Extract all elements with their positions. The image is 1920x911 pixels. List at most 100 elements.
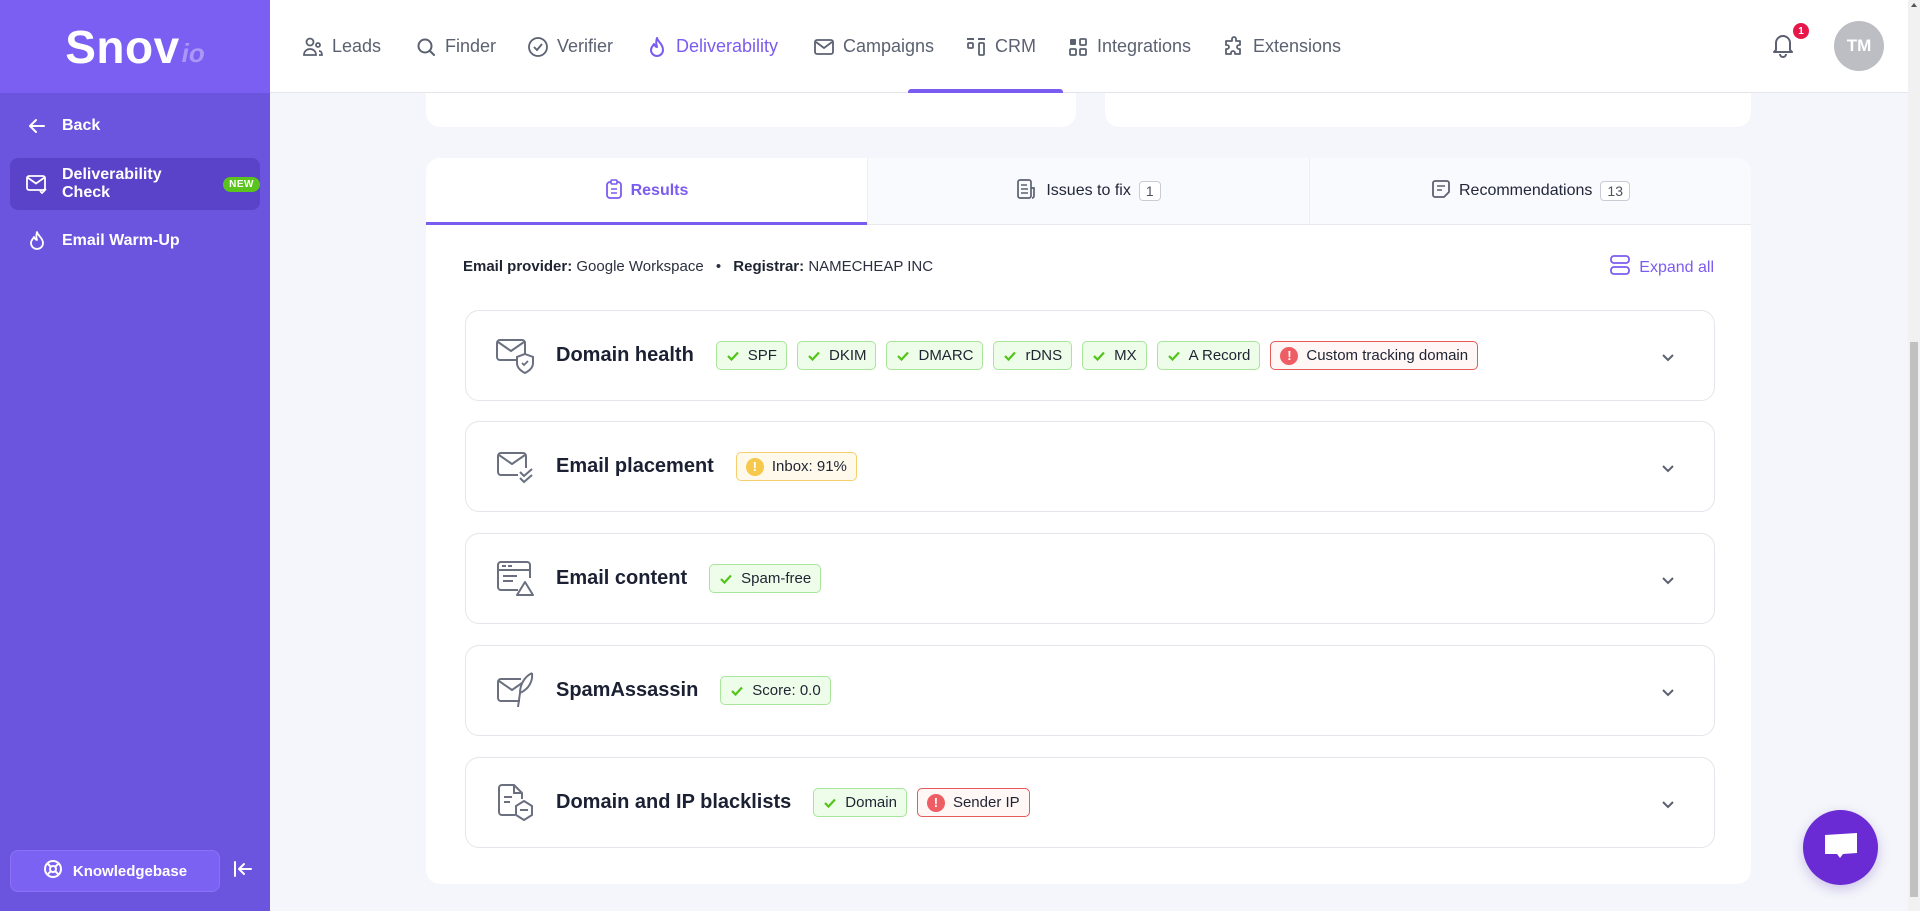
expand-all-label: Expand all <box>1639 258 1714 276</box>
pill-label: Score: 0.0 <box>752 682 821 699</box>
status-pill-score: Score: 0.0 <box>720 676 831 705</box>
nav-crm[interactable]: CRM <box>965 0 1036 93</box>
check-icon <box>731 686 744 696</box>
nav-integrations[interactable]: Integrations <box>1067 0 1191 93</box>
check-icon <box>897 351 910 361</box>
notifications-button[interactable] <box>1771 32 1795 58</box>
nav-extensions[interactable]: Extensions <box>1223 0 1341 93</box>
expand-all-button[interactable]: Expand all <box>1609 255 1714 280</box>
pill-label: Sender IP <box>952 794 1020 811</box>
pill-label: SPF <box>747 347 777 364</box>
status-pill-sender-ip: ! Sender IP <box>916 788 1030 817</box>
chevron-down-icon[interactable] <box>1660 796 1676 812</box>
pill-label: MX <box>1114 347 1137 364</box>
section-spamassassin[interactable]: SpamAssassin Score: 0.0 <box>465 645 1715 736</box>
mail-check-icon <box>26 173 48 195</box>
nav-verifier[interactable]: Verifier <box>527 0 613 93</box>
users-icon <box>302 36 324 58</box>
nav-label: Verifier <box>557 36 614 56</box>
tab-label: Results <box>630 182 689 199</box>
status-pill-inbox: ! Inbox: 91% <box>735 452 857 481</box>
search-icon <box>415 36 437 58</box>
collapse-left-icon <box>233 860 253 883</box>
lifebuoy-icon <box>43 859 63 883</box>
pill-label: A Record <box>1188 347 1251 364</box>
section-domain-ip-blacklists[interactable]: Domain and IP blacklists Domain ! Sender … <box>465 757 1715 848</box>
document-block-icon <box>494 781 538 825</box>
check-icon <box>1004 351 1017 361</box>
check-icon <box>727 351 739 361</box>
check-icon <box>824 798 837 808</box>
check-icon <box>808 351 820 361</box>
sidebar-item-email-warm-up[interactable]: Email Warm-Up <box>10 215 260 267</box>
page-scrollbar[interactable] <box>1908 0 1920 911</box>
logo-suffix: io <box>181 38 205 68</box>
chevron-down-icon[interactable] <box>1660 349 1676 365</box>
new-badge: NEW <box>223 176 260 192</box>
nav-label: Campaigns <box>843 36 935 56</box>
sidebar: Snov io Back Deliverability Check NEW Em… <box>0 0 270 911</box>
knowledgebase-button[interactable]: Knowledgebase <box>10 850 220 892</box>
sidebar-item-deliverability-check[interactable]: Deliverability Check NEW <box>10 158 260 210</box>
pill-label: Domain <box>845 794 897 811</box>
registrar-label: Registrar: <box>733 258 805 275</box>
puzzle-icon <box>1223 35 1245 58</box>
nav-deliverability[interactable]: Deliverability <box>646 0 778 93</box>
status-pill-dkim: DKIM <box>796 341 877 370</box>
separator: • <box>715 258 722 275</box>
section-title: Email content <box>556 567 688 589</box>
collapse-sidebar-button[interactable] <box>232 860 254 882</box>
tab-results[interactable]: Results <box>426 158 867 225</box>
arrow-left-icon <box>26 115 48 137</box>
section-title: Domain health <box>556 344 694 366</box>
pill-label: Custom tracking domain <box>1306 347 1469 364</box>
chevron-down-icon[interactable] <box>1660 460 1676 476</box>
pill-label: DMARC <box>918 347 974 364</box>
tab-issues-to-fix[interactable]: Issues to fix 1 <box>867 158 1309 224</box>
pill-label: rDNS <box>1025 347 1063 364</box>
domain-info: Email provider: Google Workspace • Regis… <box>463 258 933 275</box>
status-pill-a-record: A Record <box>1156 341 1261 370</box>
status-pill-dmarc: DMARC <box>886 341 984 370</box>
nav-label: CRM <box>995 36 1036 56</box>
chat-support-button[interactable] <box>1803 810 1878 885</box>
status-pill-domain: Domain <box>813 788 907 817</box>
nav-leads[interactable]: Leads <box>302 0 381 93</box>
summary-card-right <box>1105 93 1751 127</box>
pill-label: Inbox: 91% <box>771 458 847 475</box>
check-icon <box>1093 351 1105 361</box>
status-pill-rdns: rDNS <box>993 341 1073 370</box>
status-pill-spam-free: Spam-free <box>709 564 822 593</box>
nav-label: Leads <box>332 36 382 56</box>
mail-double-check-icon <box>494 445 538 489</box>
scroll-thumb[interactable] <box>1910 342 1918 897</box>
chevron-down-icon[interactable] <box>1660 572 1676 588</box>
warning-icon: ! <box>745 457 764 476</box>
nav-label: Deliverability <box>676 36 779 56</box>
summary-card-left <box>426 93 1076 127</box>
issues-count: 1 <box>1138 181 1161 201</box>
nav-label: Finder <box>445 36 497 56</box>
mail-feather-icon <box>494 669 538 713</box>
alert-icon: ! <box>1280 346 1299 365</box>
logo[interactable]: Snov io <box>0 0 270 93</box>
section-domain-health[interactable]: Domain health SPF DKIM DMARC rDNS MX A R… <box>465 310 1715 401</box>
registrar-value: NAMECHEAP INC <box>808 258 934 275</box>
status-pill-custom-tracking-domain: ! Custom tracking domain <box>1270 341 1479 370</box>
section-title: Domain and IP blacklists <box>556 791 792 813</box>
top-navigation: Leads Finder Verifier Deliverability Cam… <box>270 0 1908 93</box>
flame-icon <box>26 230 48 252</box>
nav-campaigns[interactable]: Campaigns <box>813 0 934 93</box>
grid-icon <box>1067 36 1089 58</box>
nav-finder[interactable]: Finder <box>415 0 496 93</box>
tab-recommendations[interactable]: Recommendations 13 <box>1309 158 1751 224</box>
provider-label: Email provider: <box>463 258 573 275</box>
section-email-content[interactable]: Email content Spam-free <box>465 533 1715 624</box>
chevron-down-icon[interactable] <box>1660 684 1676 700</box>
expand-icon <box>1609 255 1631 280</box>
back-button[interactable]: Back <box>10 100 260 152</box>
section-email-placement[interactable]: Email placement ! Inbox: 91% <box>465 421 1715 512</box>
pill-label: DKIM <box>828 347 867 364</box>
scroll-up-arrow-icon[interactable] <box>1911 3 1917 7</box>
avatar[interactable]: TM <box>1834 21 1884 71</box>
